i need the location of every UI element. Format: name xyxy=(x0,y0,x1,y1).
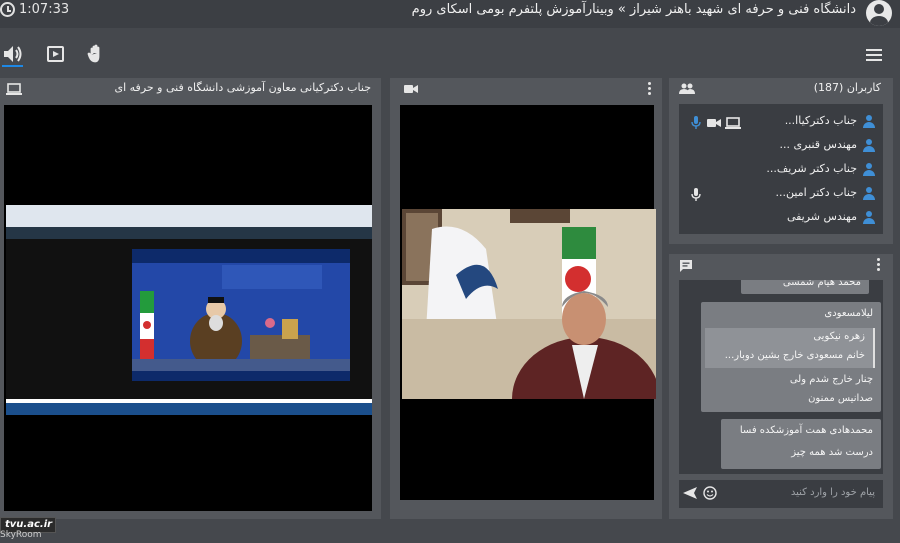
broadcast-scene xyxy=(132,263,350,371)
quote-text: خانم مسعودی خارج بشین دوبار... xyxy=(724,350,865,361)
toolbar xyxy=(0,36,900,72)
laptop-icon xyxy=(725,117,741,129)
presentation-icon[interactable] xyxy=(45,44,67,64)
message-text: محمدهادی همت آموزشکده فسا xyxy=(739,425,873,436)
user-name: جناب دکترکیاا... xyxy=(784,114,857,127)
chat-panel: محمد هیام شمسی لیلامسعودی زهره نیکویی خا… xyxy=(669,254,893,519)
user-row[interactable]: جناب دکتر امین... xyxy=(679,182,883,206)
panel-header: کاربران (187) xyxy=(669,78,893,100)
message-input[interactable]: پیام خود را وارد کنید xyxy=(791,487,875,498)
message-text: محمد هیام شمسی xyxy=(782,280,861,288)
shared-screen xyxy=(6,205,372,415)
chat-message: محمد هیام شمسی xyxy=(741,280,869,294)
emoji-icon[interactable] xyxy=(703,486,717,500)
user-icon xyxy=(863,115,875,128)
laptop-icon xyxy=(6,83,22,95)
users-list: جناب دکترکیاا... مهندس قنبری ... جناب دک… xyxy=(679,104,883,234)
message-text: صدانیس ممنون xyxy=(808,393,873,404)
users-group-icon xyxy=(679,83,695,94)
windows-taskbar xyxy=(6,403,372,415)
microphone-icon xyxy=(691,188,701,201)
website-body xyxy=(6,239,372,399)
top-bar: 1:07:33 دانشگاه فنی و حرفه ای شهید باهنر… xyxy=(0,0,900,28)
video-player xyxy=(132,249,350,381)
user-row[interactable]: جناب دکتر شریف... xyxy=(679,158,883,182)
active-tab-indicator xyxy=(2,65,23,67)
skyroom-footer: SkyRoom xyxy=(0,530,42,540)
user-row[interactable]: مهندس شریفی xyxy=(679,206,883,230)
menu-icon[interactable] xyxy=(866,49,882,61)
user-row[interactable]: مهندس قنبری ... xyxy=(679,134,883,158)
message-sender: لیلامسعودی xyxy=(824,308,873,319)
more-options-icon[interactable] xyxy=(648,82,651,95)
account-avatar-icon[interactable] xyxy=(866,0,892,26)
watermark-text: tvu.ac.ir xyxy=(5,519,53,530)
panel-header: جناب دکترکیانی معاون آموزشی دانشگاه فنی … xyxy=(0,78,381,100)
screen-share-title: جناب دکترکیانی معاون آموزشی دانشگاه فنی … xyxy=(114,81,372,94)
screen-share-video xyxy=(4,105,372,511)
camera-video xyxy=(400,105,656,500)
panel-header xyxy=(390,78,662,100)
user-icon xyxy=(863,211,875,224)
message-text: درست شد همه چیز xyxy=(791,447,873,458)
message-text: چنار خارج شدم ولی xyxy=(789,374,873,385)
website-header xyxy=(6,227,372,239)
video-frame xyxy=(132,263,350,371)
user-name: جناب دکتر امین... xyxy=(775,186,857,199)
meeting-title: دانشگاه فنی و حرفه ای شهید باهنر شیراز »… xyxy=(411,2,856,17)
raise-hand-icon[interactable] xyxy=(86,44,108,64)
quote-name: زهره نیکویی xyxy=(813,331,865,342)
webcam-frame xyxy=(402,209,656,399)
send-icon[interactable] xyxy=(683,487,697,499)
chat-message: لیلامسعودی زهره نیکویی خانم مسعودی خارج … xyxy=(701,302,881,412)
user-name: مهندس شریفی xyxy=(786,210,857,223)
chat-icon xyxy=(680,260,692,272)
webcam-scene xyxy=(402,209,656,399)
panel-header xyxy=(669,254,893,276)
user-name: مهندس قنبری ... xyxy=(779,138,857,151)
user-icon xyxy=(863,187,875,200)
camera-panel xyxy=(390,78,662,519)
clock-icon xyxy=(0,2,15,17)
browser-chrome xyxy=(6,205,372,227)
user-icon xyxy=(863,139,875,152)
video-camera-icon xyxy=(707,119,721,127)
users-panel: کاربران (187) جناب دکترکیاا... مهندس قنب… xyxy=(669,78,893,244)
chat-messages: محمد هیام شمسی لیلامسعودی زهره نیکویی خا… xyxy=(679,280,883,474)
user-icon xyxy=(863,163,875,176)
users-count-title: کاربران (187) xyxy=(813,81,881,94)
more-options-icon[interactable] xyxy=(877,258,880,271)
quoted-message: زهره نیکویی خانم مسعودی خارج بشین دوبار.… xyxy=(705,328,875,368)
microphone-icon xyxy=(691,116,701,129)
user-name: جناب دکتر شریف... xyxy=(766,162,857,175)
user-row[interactable]: جناب دکترکیاا... xyxy=(679,110,883,134)
speaker-icon[interactable] xyxy=(2,44,24,64)
screen-share-panel: جناب دکترکیانی معاون آموزشی دانشگاه فنی … xyxy=(0,78,381,519)
video-camera-icon xyxy=(404,85,418,93)
elapsed-time: 1:07:33 xyxy=(19,2,70,17)
chat-message: محمدهادی همت آموزشکده فسا درست شد همه چی… xyxy=(721,419,881,469)
chat-input-bar: پیام خود را وارد کنید xyxy=(679,480,883,508)
